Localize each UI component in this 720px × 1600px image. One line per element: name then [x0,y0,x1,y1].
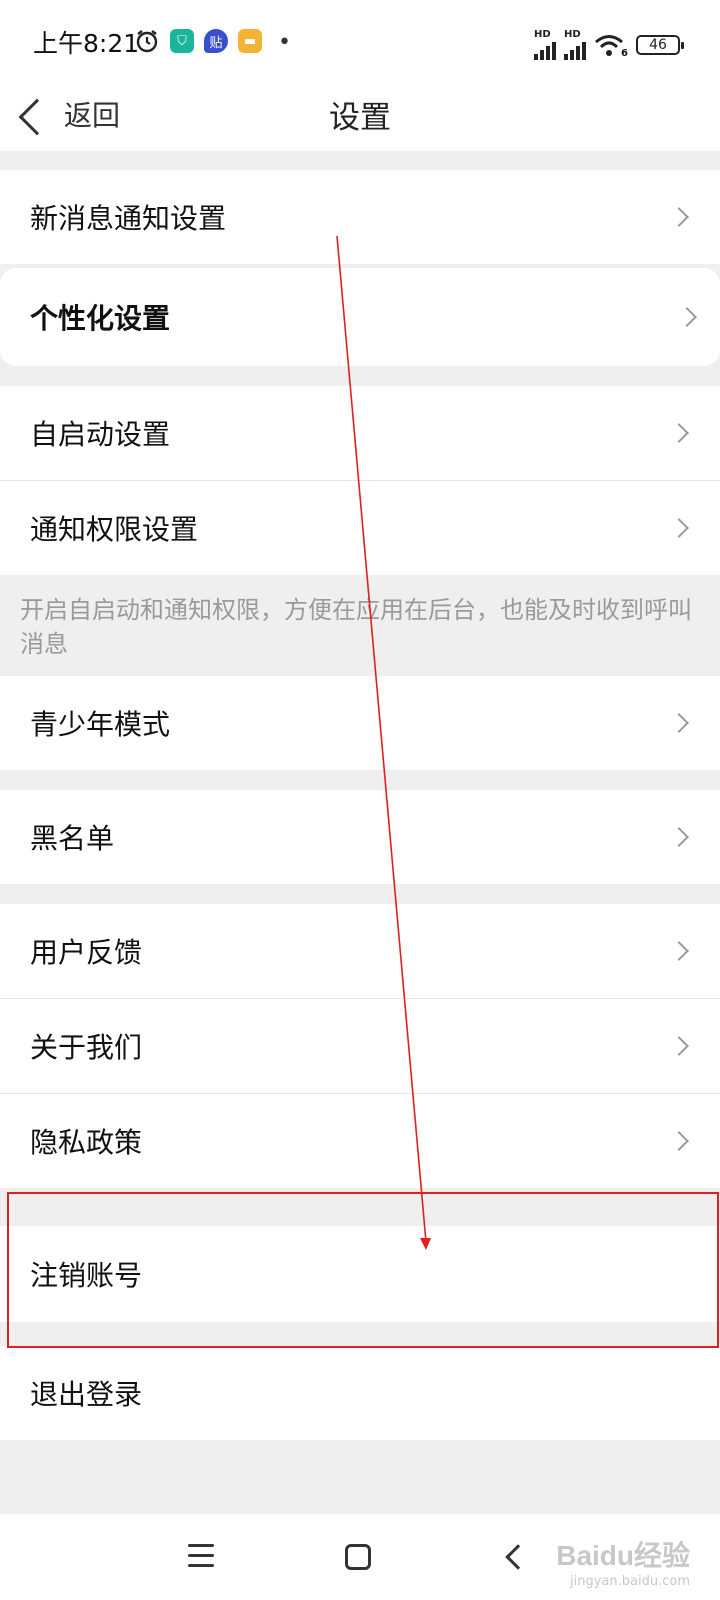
row-label: 通知权限设置 [30,513,199,546]
row-label: 青少年模式 [30,708,171,741]
back-icon[interactable] [505,1544,531,1570]
chevron-right-icon [669,713,689,733]
signal-1-icon: HD [534,30,556,60]
tieba-app-icon: 贴 [204,29,228,53]
signal-2-icon: HD [564,30,586,60]
watermark-sub: jingyan.baidu.com [570,1574,690,1589]
header-bar: 返回 设置 [0,84,720,151]
wifi-icon: 6 [594,33,628,59]
hd-badge: HD [564,29,581,40]
status-bar: 上午8:21 ⛉ 贴 ▬ • HD HD 6 46 [0,0,720,84]
row-label: 隐私政策 [30,1126,143,1159]
row-label: 用户反馈 [30,936,143,969]
status-app-icons: ⛉ 贴 ▬ [136,28,262,54]
row-blacklist[interactable]: 黑名单 [0,790,720,884]
wifi-sub-label: 6 [621,48,628,59]
battery-icon: 46 [636,35,684,55]
hd-badge: HD [534,29,551,40]
shield-app-icon: ⛉ [170,29,194,53]
status-right-icons: HD HD 6 46 [534,30,684,60]
notification-dot-icon: • [278,30,291,55]
chevron-right-icon [669,518,689,538]
row-label: 黑名单 [30,822,115,855]
chevron-right-icon [677,307,697,327]
chevron-right-icon [669,1131,689,1151]
chevron-right-icon [669,207,689,227]
note-app-icon: ▬ [238,29,262,53]
tieba-glyph: 贴 [209,35,223,51]
row-label: 关于我们 [30,1031,143,1064]
watermark-main: Baidu经验 [556,1540,690,1571]
chevron-right-icon [669,827,689,847]
row-label: 自启动设置 [30,418,171,451]
row-label: 退出登录 [30,1378,143,1411]
watermark: Baidu经验 jingyan.baidu.com [556,1534,690,1589]
row-personalization[interactable]: 个性化设置 [0,268,720,366]
row-feedback[interactable]: 用户反馈 [0,904,720,998]
status-time: 上午8:21 [33,29,140,58]
chevron-right-icon [669,941,689,961]
alarm-icon [136,30,158,53]
row-logout[interactable]: 退出登录 [0,1346,720,1440]
home-icon[interactable] [345,1544,371,1570]
chevron-right-icon [669,1036,689,1056]
annotation-highlight-box [7,1192,719,1348]
row-notify-permission[interactable]: 通知权限设置 [0,481,720,575]
chevron-right-icon [669,423,689,443]
row-label: 新消息通知设置 [30,202,227,235]
row-new-message-notify[interactable]: 新消息通知设置 [0,170,720,264]
row-youth-mode[interactable]: 青少年模式 [0,676,720,770]
row-label: 个性化设置 [30,302,171,335]
system-nav-bar: Baidu经验 jingyan.baidu.com [0,1514,720,1600]
row-auto-start[interactable]: 自启动设置 [0,386,720,480]
permission-hint-text: 开启自启动和通知权限，方便在应用在后台，也能及时收到呼叫消息 [20,596,692,658]
row-privacy-policy[interactable]: 隐私政策 [0,1094,720,1188]
battery-level: 46 [649,37,667,53]
row-about-us[interactable]: 关于我们 [0,999,720,1093]
menu-icon[interactable] [188,1544,214,1574]
page-title: 设置 [329,100,391,136]
